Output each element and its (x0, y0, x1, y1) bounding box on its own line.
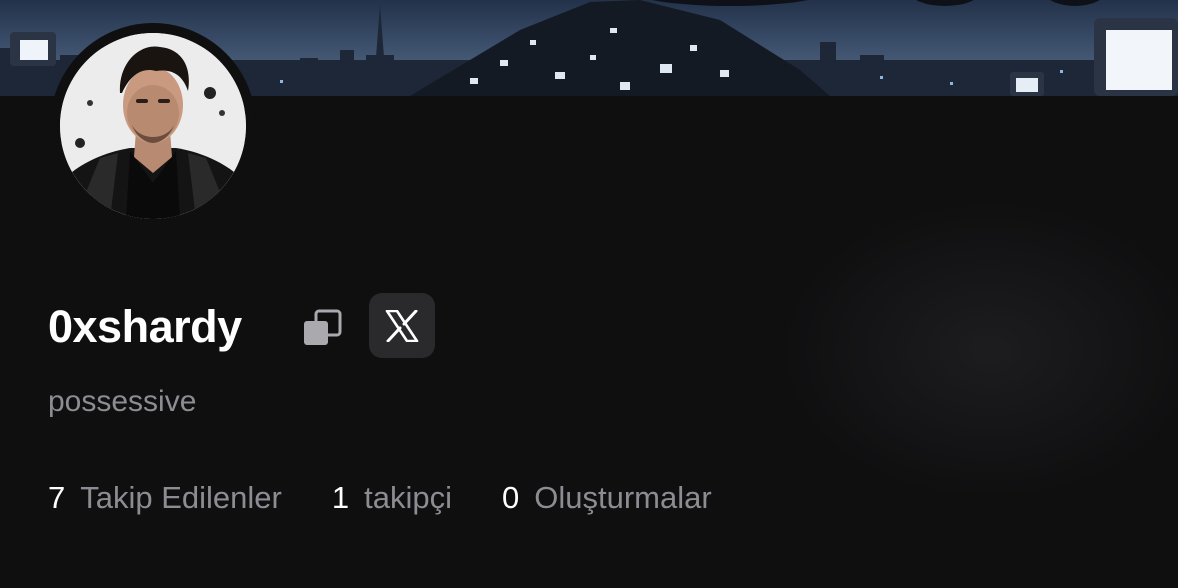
followers-label: takipçi (364, 480, 452, 515)
creations-label: Oluşturmalar (534, 480, 712, 515)
profile-bio: possessive (48, 385, 197, 418)
x-logo-icon (385, 309, 419, 342)
avatar[interactable] (50, 23, 256, 229)
followers-count: 1 (331, 480, 350, 515)
username: 0xshardy (48, 301, 242, 352)
following-stat[interactable]: 7 Takip Edilenler (48, 479, 282, 517)
followers-stat[interactable]: 1 takipçi (332, 479, 452, 517)
copy-address-button[interactable] (300, 305, 344, 349)
copy-icon (304, 309, 342, 345)
following-label: Takip Edilenler (80, 480, 282, 515)
creations-stat[interactable]: 0 Oluşturmalar (502, 479, 712, 517)
following-count: 7 (48, 480, 66, 515)
x-profile-link-button[interactable] (369, 293, 435, 358)
avatar-image (60, 33, 246, 219)
creations-count: 0 (501, 480, 520, 515)
profile-stats: 7 Takip Edilenler 1 takipçi 0 Oluşturmal… (48, 479, 762, 517)
background-glow (780, 200, 1178, 500)
